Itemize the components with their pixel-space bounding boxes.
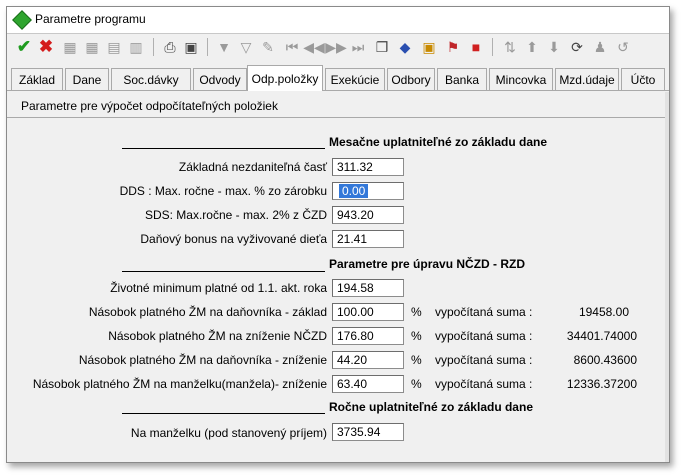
- tab-mzd-udaje[interactable]: Mzd.údaje: [555, 68, 619, 90]
- field-label: DDS : Max. ročne - max. % zo zárobku: [119, 184, 327, 198]
- field-label: Daňový bonus na vyživované dieťa: [140, 232, 327, 246]
- confirm-check-icon[interactable]: ✔: [15, 38, 33, 56]
- undo-icon[interactable]: ↺: [614, 38, 632, 56]
- cancel-close-icon[interactable]: ✖: [37, 38, 55, 56]
- scrollbar-edge: [665, 92, 669, 462]
- multiple-nczd-reduction-input[interactable]: 176.80: [332, 327, 404, 345]
- sort-icon[interactable]: ⇅: [501, 38, 519, 56]
- color-icon[interactable]: ■: [467, 38, 485, 56]
- section-title-nczd: Parametre pre úpravu NČZD - RZD: [329, 257, 526, 271]
- tab-dane[interactable]: Dane: [65, 68, 109, 90]
- basic-nontaxable-input[interactable]: 311.32: [332, 158, 404, 176]
- down-arrow-icon[interactable]: ⬇: [545, 38, 563, 56]
- grid-add-icon[interactable]: ▦: [83, 38, 101, 56]
- tab-exekucie[interactable]: Exekúcie: [325, 68, 385, 90]
- field-label: Násobok platného ŽM na manželku(manžela)…: [32, 377, 327, 391]
- section-title-monthly: Mesačne uplatniteľné zo základu dane: [329, 135, 548, 149]
- tab-banka[interactable]: Banka: [437, 68, 487, 90]
- window-title: Parametre programu: [35, 12, 146, 26]
- field-label: Násobok platného ŽM na daňovníka - zákla…: [88, 305, 327, 319]
- print-icon[interactable]: ⎙: [161, 38, 179, 56]
- spouse-yearly-input[interactable]: 3735.94: [332, 423, 404, 441]
- sds-max-input[interactable]: 943.20: [332, 206, 404, 224]
- calculated-sum-label: vypočítaná suma :: [435, 353, 533, 367]
- copy-icon[interactable]: ❐: [373, 38, 391, 56]
- filter-clear-icon[interactable]: ▽: [237, 38, 255, 56]
- dds-max-input[interactable]: 0.00: [332, 182, 404, 200]
- calculated-sum-value: 19458.00: [578, 305, 629, 319]
- panel-header: Parametre pre výpočet odpočítateľných po…: [7, 95, 669, 118]
- toolbar-separator: [207, 38, 208, 56]
- multiple-taxpayer-reduction-input[interactable]: 44.20: [332, 351, 404, 369]
- toolbar-separator: [153, 38, 154, 56]
- child-tax-bonus-input[interactable]: 21.41: [332, 230, 404, 248]
- selected-value: 0.00: [339, 184, 369, 198]
- percent-sign: %: [411, 329, 422, 343]
- toolbar: ✔ ✖ ▦ ▦ ▤ ▥ ⎙ ▣ ▼ ▽ ✎ ⏮ ◀◀ ▶▶ ⏭ ❐ ◆ ▣ ⚑ …: [7, 34, 669, 62]
- tab-bar: Základ Dane Soc.dávky Odvody Odp.položky…: [7, 64, 669, 91]
- tab-soc-davky[interactable]: Soc.dávky: [111, 68, 191, 90]
- tab-odp-polozky[interactable]: Odp.položky: [247, 65, 323, 91]
- parameters-window: Parametre programu ✔ ✖ ▦ ▦ ▤ ▥ ⎙ ▣ ▼ ▽ ✎…: [6, 6, 670, 463]
- tab-divider: [7, 90, 669, 91]
- tab-odbory[interactable]: Odbory: [387, 68, 435, 90]
- toolbar-separator: [492, 38, 493, 56]
- tab-ucto[interactable]: Účto: [621, 68, 665, 90]
- up-arrow-icon[interactable]: ⬆: [523, 38, 541, 56]
- subsistence-minimum-input[interactable]: 194.58: [332, 279, 404, 297]
- calculated-sum-label: vypočítaná suma :: [435, 305, 533, 319]
- panel-title: Parametre pre výpočet odpočítateľných po…: [21, 99, 278, 113]
- calculated-sum-value: 34401.74000: [566, 329, 637, 343]
- prev-record-icon[interactable]: ◀◀: [303, 38, 325, 56]
- refresh-icon[interactable]: ⟳: [568, 38, 586, 56]
- section-divider: [122, 413, 325, 414]
- percent-sign: %: [411, 353, 422, 367]
- section-title-yearly: Ročne uplatniteľné zo základu dane: [329, 400, 533, 414]
- last-record-icon[interactable]: ⏭: [349, 38, 367, 56]
- field-label: Základná nezdaniteľná časť: [178, 160, 327, 174]
- tab-mincovka[interactable]: Mincovka: [489, 68, 553, 90]
- grid-delete-icon[interactable]: ▥: [127, 38, 145, 56]
- section-divider: [122, 271, 325, 272]
- calculated-sum-value: 12336.37200: [566, 377, 637, 391]
- filter-icon[interactable]: ▼: [215, 38, 233, 56]
- field-label: Násobok platného ŽM na zníženie NČZD: [108, 329, 327, 343]
- multiple-taxpayer-base-input[interactable]: 100.00: [332, 303, 404, 321]
- tab-zaklad[interactable]: Základ: [11, 68, 63, 90]
- title-bar: Parametre programu: [7, 7, 669, 34]
- filter-edit-icon[interactable]: ✎: [259, 38, 277, 56]
- field-label: Násobok platného ŽM na daňovníka - zníže…: [78, 353, 327, 367]
- percent-sign: %: [411, 305, 422, 319]
- calculated-sum-label: vypočítaná suma :: [435, 329, 533, 343]
- field-label: Na manželku (pod stanovený príjem): [130, 426, 327, 440]
- section-divider: [122, 148, 325, 149]
- grid-edit-icon[interactable]: ▤: [105, 38, 123, 56]
- first-record-icon[interactable]: ⏮: [283, 38, 301, 56]
- next-record-icon[interactable]: ▶▶: [325, 38, 347, 56]
- book-icon[interactable]: ◆: [396, 38, 414, 56]
- multiple-spouse-reduction-input[interactable]: 63.40: [332, 375, 404, 393]
- calculated-sum-value: 8600.43600: [573, 353, 637, 367]
- document-icon[interactable]: ▣: [182, 38, 200, 56]
- calculated-sum-label: vypočítaná suma :: [435, 377, 533, 391]
- app-icon: [12, 10, 32, 30]
- calculator-icon[interactable]: ▣: [420, 38, 438, 56]
- flag-icon[interactable]: ⚑: [444, 38, 462, 56]
- percent-sign: %: [411, 377, 422, 391]
- person-icon[interactable]: ♟: [591, 38, 609, 56]
- field-label: SDS: Max.ročne - max. 2% z ČZD: [144, 208, 327, 222]
- field-label: Životné minimum platné od 1.1. akt. roka: [110, 281, 327, 295]
- tab-odvody[interactable]: Odvody: [193, 68, 247, 90]
- grid-icon[interactable]: ▦: [61, 38, 79, 56]
